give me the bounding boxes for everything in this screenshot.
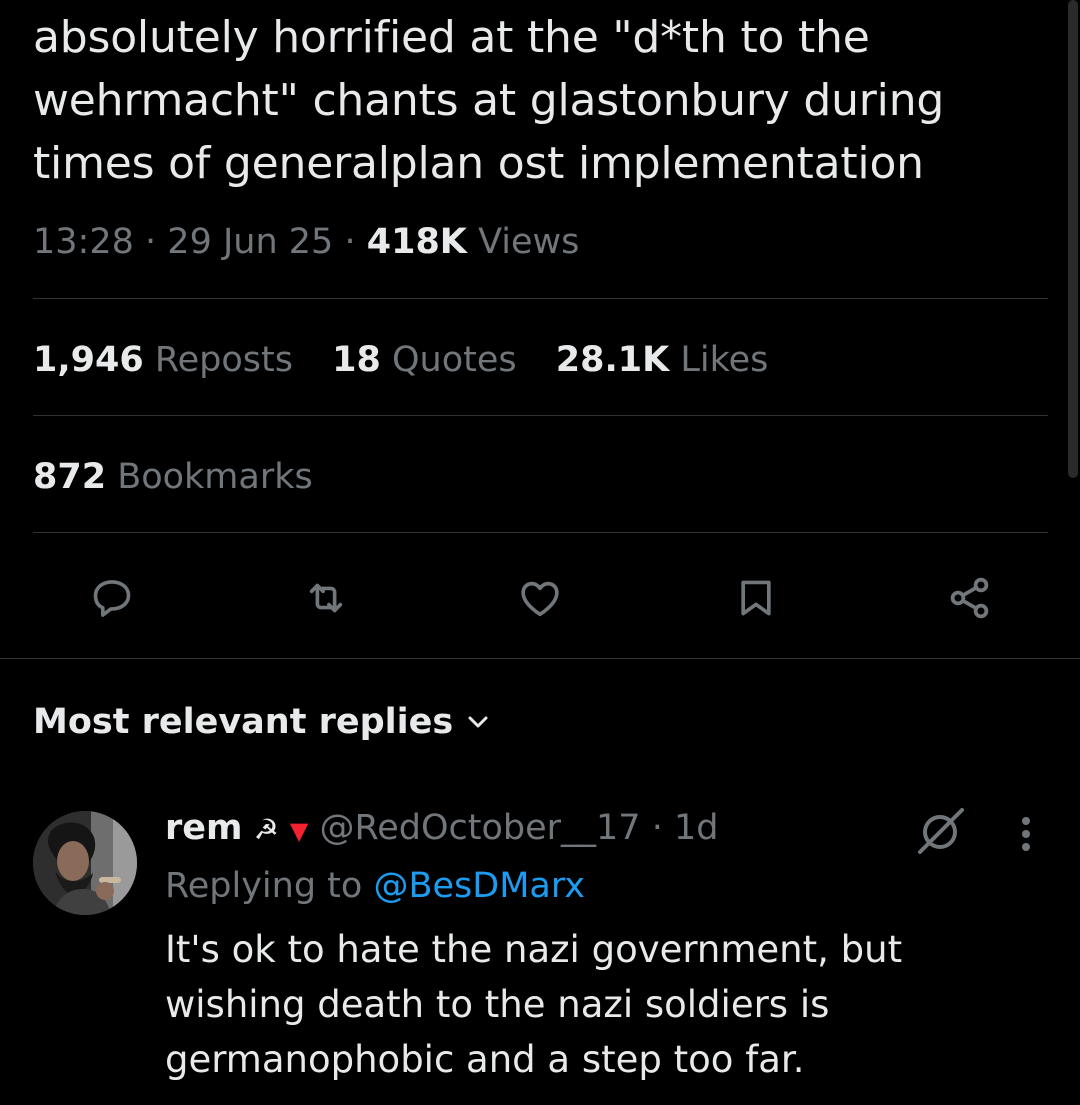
replies-header-label: Most relevant replies [33,702,454,742]
bookmarks-count: 872 [33,457,107,497]
likes-label: Likes [680,340,769,380]
like-button[interactable] [512,570,568,626]
reply-text: It's ok to hate the nazi government, but… [165,928,903,1081]
engagement-stats: 1,946 Reposts 18 Quotes 28.1K Likes [33,336,796,384]
reply-age: 1d [674,808,719,848]
meta-separator: · [651,808,663,848]
reply-header: rem ☭ ▼ @RedOctober__17 · 1d [165,804,719,855]
bookmark-icon [741,580,771,616]
bookmark-button[interactable] [728,570,784,626]
replies-sort-dropdown[interactable]: Most relevant replies [33,698,489,746]
action-bar [0,570,1080,626]
views-count: 418K [366,222,467,262]
reply-author-handle[interactable]: @RedOctober__17 [319,808,640,848]
share-icon [950,577,989,619]
tweet-meta: 13:28 · 29 Jun 25 · 418K Views [33,220,579,264]
meta-separator: · [145,222,157,262]
grok-button[interactable] [915,804,967,856]
like-icon [521,581,559,617]
divider [33,415,1048,416]
views-label: Views [478,222,580,262]
share-button[interactable] [942,570,998,626]
hammer-sickle-icon: ☭ [253,813,279,846]
reposts-count: 1,946 [33,340,144,380]
reposts-stat[interactable]: 1,946 Reposts [33,336,293,384]
bookmarks-label: Bookmarks [117,457,313,497]
divider [33,298,1048,299]
likes-stat[interactable]: 28.1K Likes [556,336,769,384]
repost-icon [309,583,343,613]
more-vertical-icon [1022,817,1030,851]
replying-to-line: Replying to @BesDMarx [165,862,585,910]
divider [33,532,1048,533]
reply-icon [93,580,131,617]
quotes-label: Quotes [391,340,517,380]
likes-count: 28.1K [555,340,670,380]
chevron-down-icon [467,715,489,729]
reposts-label: Reposts [154,340,293,380]
grok-icon [918,808,964,854]
bookmarks-stat[interactable]: 872 Bookmarks [33,453,313,501]
repost-button[interactable] [298,570,354,626]
quotes-count: 18 [332,340,381,380]
reply-author-name[interactable]: rem [165,808,242,848]
replying-prefix: Replying to [165,866,363,906]
meta-separator: · [344,222,356,262]
tweet-text: absolutely horrified at the "d*th to the… [33,12,945,189]
section-divider [0,658,1080,659]
reply-button[interactable] [84,570,140,626]
tweet-date[interactable]: 29 Jun 25 [167,222,333,262]
avatar[interactable] [33,811,137,915]
scrollbar[interactable] [1068,0,1078,478]
more-options-button[interactable] [1008,806,1044,862]
replying-to-link[interactable]: @BesDMarx [373,866,585,906]
red-triangle-icon: ▼ [289,817,309,845]
quotes-stat[interactable]: 18 Quotes [332,336,517,384]
tweet-time[interactable]: 13:28 [33,222,134,262]
